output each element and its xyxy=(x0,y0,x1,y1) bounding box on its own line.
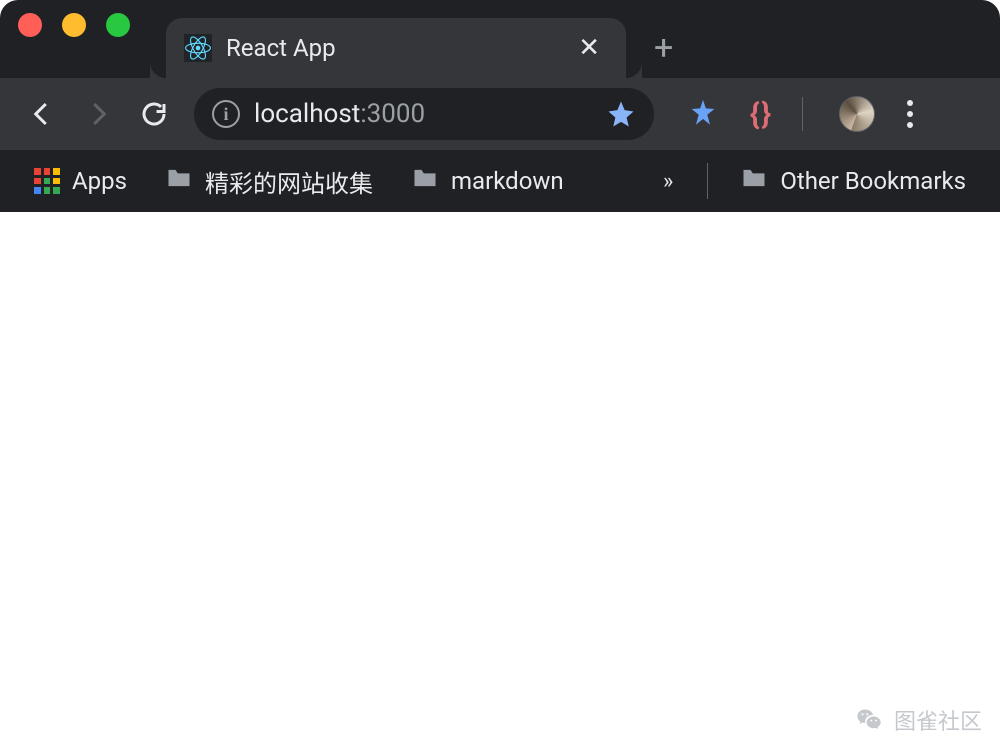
separator xyxy=(802,97,803,131)
extensions-area: { } xyxy=(670,92,931,136)
window-minimize-button[interactable] xyxy=(62,13,86,37)
apps-grid-icon xyxy=(34,168,60,194)
forward-button[interactable] xyxy=(74,90,122,138)
bookmarks-apps[interactable]: Apps xyxy=(20,161,141,201)
extension-react-devtools[interactable] xyxy=(686,97,720,131)
window-controls xyxy=(18,0,166,78)
bookmark-folder[interactable]: 精彩的网站收集 xyxy=(151,158,387,205)
address-bar[interactable]: localhost:3000 xyxy=(194,88,654,140)
menu-button[interactable] xyxy=(897,92,923,136)
url-host: localhost xyxy=(254,99,360,129)
folder-icon xyxy=(165,164,193,198)
window-maximize-button[interactable] xyxy=(106,13,130,37)
bookmark-folder-label: 精彩的网站收集 xyxy=(205,164,373,199)
watermark: 图雀社区 xyxy=(854,704,982,736)
other-bookmarks-label: Other Bookmarks xyxy=(780,167,966,195)
folder-icon xyxy=(411,164,439,198)
browser-chrome: React App ✕ + localhost:3000 xyxy=(0,0,1000,212)
page-content xyxy=(0,212,1000,750)
tab-title: React App xyxy=(226,34,560,62)
window-close-button[interactable] xyxy=(18,13,42,37)
watermark-text: 图雀社区 xyxy=(894,704,982,736)
extension-json-formatter[interactable]: { } xyxy=(742,97,776,131)
bookmark-folder[interactable]: markdown xyxy=(397,158,578,204)
tab-close-button[interactable]: ✕ xyxy=(574,31,604,65)
react-icon xyxy=(184,34,212,62)
reload-button[interactable] xyxy=(130,90,178,138)
bookmark-folder-label: markdown xyxy=(451,167,564,195)
wechat-icon xyxy=(854,705,884,735)
bookmark-star-icon[interactable] xyxy=(606,99,636,129)
url-text: localhost:3000 xyxy=(254,99,592,129)
browser-tab[interactable]: React App ✕ xyxy=(166,18,626,78)
folder-icon xyxy=(740,164,768,198)
bookmarks-overflow-button[interactable]: » xyxy=(647,161,689,202)
bookmarks-bar: Apps 精彩的网站收集 markdown » Other Bookmarks xyxy=(0,150,1000,212)
tab-strip: React App ✕ + xyxy=(0,0,1000,78)
profile-avatar[interactable] xyxy=(839,96,875,132)
toolbar: localhost:3000 { } xyxy=(0,78,1000,150)
back-button[interactable] xyxy=(18,90,66,138)
separator xyxy=(707,163,708,199)
bookmarks-apps-label: Apps xyxy=(72,167,127,195)
other-bookmarks[interactable]: Other Bookmarks xyxy=(726,158,980,204)
url-port: :3000 xyxy=(360,99,425,129)
site-info-icon[interactable] xyxy=(212,100,240,128)
